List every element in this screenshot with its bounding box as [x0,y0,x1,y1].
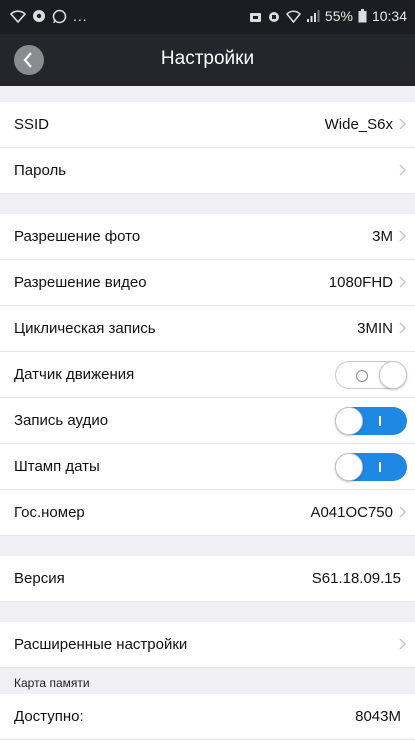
section-divider [0,194,415,214]
available-space-row: Доступно: 8043M [0,694,415,740]
advanced-settings-label: Расширенные настройки [14,636,188,653]
password-row[interactable]: Пароль [0,148,415,194]
version-value: S61.18.09.15 [311,570,401,587]
chevron-right-icon [399,506,407,518]
chevron-right-icon [399,118,407,130]
memory-card-section-header: Карта памяти [0,668,415,694]
ssid-value: Wide_S6x [324,116,393,133]
ssid-row[interactable]: SSID Wide_S6x [0,102,415,148]
license-plate-value: A041OC750 [310,504,393,521]
page-title: Настройки [160,48,255,69]
clock: 10:34 [371,8,407,24]
advanced-settings-row[interactable]: Расширенные настройки [0,622,415,668]
audio-recording-label: Запись аудио [14,412,109,429]
loop-recording-label: Циклическая запись [14,320,156,337]
version-label: Версия [14,570,65,587]
section-divider [0,536,415,556]
title-bar: Настройки [0,34,415,86]
location-icon [33,10,45,22]
available-value: 8043M [355,708,401,725]
date-stamp-row: Штамп даты [0,444,415,490]
chevron-right-icon [399,638,407,650]
motion-sensor-toggle[interactable] [335,361,407,389]
section-divider [0,86,415,102]
video-resolution-label: Разрешение видео [14,274,147,291]
photo-resolution-label: Разрешение фото [14,228,141,245]
motion-sensor-row: Датчик движения [0,352,415,398]
settings-list: SSID Wide_S6x Пароль Разрешение фото 3M … [0,86,415,740]
sim-lock-icon [249,13,261,22]
date-stamp-label: Штамп даты [14,458,100,475]
battery-percent: 55% [324,8,353,24]
battery-icon [358,9,367,23]
motion-sensor-label: Датчик движения [14,366,135,383]
available-label: Доступно: [14,708,84,725]
chevron-right-icon [399,276,407,288]
whatsapp-icon [52,9,67,23]
off-indicator-icon [356,370,368,382]
toggle-knob [335,453,363,481]
chevron-right-icon [399,230,407,242]
status-bar: ... 55% 10:34 [0,0,415,34]
video-resolution-value: 1080FHD [328,274,393,291]
on-indicator-icon [379,462,381,472]
alarm-icon [268,12,279,22]
more-notifications: ... [73,8,88,24]
loop-recording-row[interactable]: Циклическая запись 3MIN [0,306,415,352]
cell-signal-icon [306,9,320,22]
version-row: Версия S61.18.09.15 [0,556,415,602]
date-stamp-toggle[interactable] [335,453,407,481]
ssid-label: SSID [14,116,50,133]
memory-card-caption: Карта памяти [14,676,90,690]
on-indicator-icon [379,416,381,426]
section-divider [0,602,415,622]
toggle-knob [335,407,363,435]
license-plate-label: Гос.номер [14,504,85,521]
loop-recording-value: 3MIN [357,320,393,337]
password-label: Пароль [14,162,67,179]
chevron-right-icon [399,164,407,176]
wifi-signal-icon [285,9,301,23]
audio-recording-toggle[interactable] [335,407,407,435]
wifi-icon [10,10,26,23]
audio-recording-row: Запись аудио [0,398,415,444]
license-plate-row[interactable]: Гос.номер A041OC750 [0,490,415,536]
photo-resolution-value: 3M [372,228,393,245]
toggle-knob [379,361,407,389]
chevron-right-icon [399,322,407,334]
photo-resolution-row[interactable]: Разрешение фото 3M [0,214,415,260]
video-resolution-row[interactable]: Разрешение видео 1080FHD [0,260,415,306]
